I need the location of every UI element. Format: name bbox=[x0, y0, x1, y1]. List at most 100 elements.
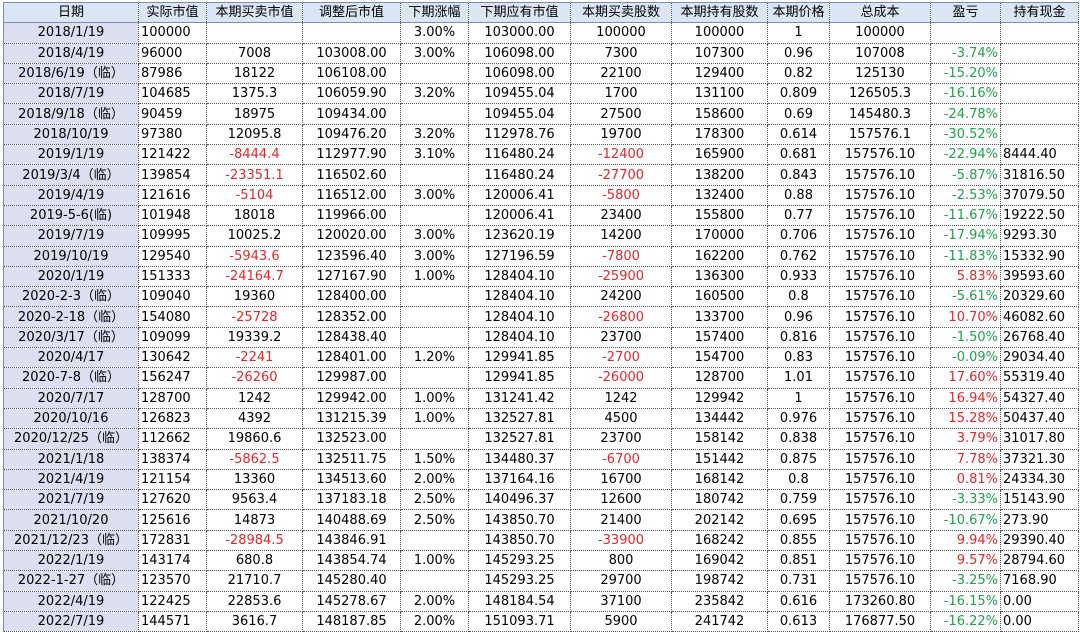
cell-trade-value: 1242 bbox=[206, 388, 303, 409]
cell-profit-loss: -11.67% bbox=[930, 205, 1001, 227]
column-header-date: 日期 bbox=[3, 1, 139, 24]
cell-trade-value: 18975 bbox=[206, 103, 303, 125]
cell-date: 2021/10/20 bbox=[3, 509, 139, 531]
cell-date: 2020-7-8（临） bbox=[3, 367, 139, 389]
cell-actual-value: 123570 bbox=[138, 570, 207, 592]
cell-target-value: 109455.04 bbox=[468, 83, 571, 105]
cell-actual-value: 112662 bbox=[138, 428, 207, 450]
cell-date: 2021/7/19 bbox=[3, 489, 139, 511]
cell-price: 0.614 bbox=[767, 124, 830, 146]
cell-target-value: 129941.85 bbox=[468, 367, 571, 389]
cell-price: 0.83 bbox=[767, 347, 830, 369]
cell-held-shares: 151442 bbox=[671, 449, 768, 470]
cell-total-cost: 157576.1 bbox=[829, 124, 931, 146]
cell-trade-value: 22853.6 bbox=[206, 591, 303, 612]
column-header-price: 本期价格 bbox=[767, 1, 830, 24]
cell-target-value: 106098.00 bbox=[468, 43, 571, 64]
cell-target-value: 151093.71 bbox=[468, 611, 571, 632]
cell-cash bbox=[1000, 43, 1079, 64]
cell-adjusted-value: 128352.00 bbox=[302, 306, 401, 328]
cell-date: 2022-1-27（临） bbox=[3, 570, 139, 592]
cell-actual-value: 87986 bbox=[138, 63, 207, 85]
cell-adjusted-value: 106059.90 bbox=[302, 83, 401, 105]
cell-trade-shares: 23700 bbox=[570, 327, 672, 349]
cell-next-growth: 3.00% bbox=[400, 225, 469, 247]
cell-next-growth: 1.00% bbox=[400, 408, 469, 430]
cell-trade-value: -24164.7 bbox=[206, 266, 303, 288]
cell-date: 2019/1/19 bbox=[3, 144, 139, 166]
cell-actual-value: 129540 bbox=[138, 246, 207, 267]
cell-target-value: 123620.19 bbox=[468, 225, 571, 247]
cell-profit-loss: -17.94% bbox=[930, 225, 1001, 247]
cell-target-value: 109455.04 bbox=[468, 103, 571, 125]
cell-date: 2020/10/16 bbox=[3, 408, 139, 430]
cell-trade-value: 3616.7 bbox=[206, 611, 303, 632]
cell-cash: 50437.40 bbox=[1000, 408, 1079, 430]
cell-profit-loss: -3.33% bbox=[930, 489, 1001, 511]
cell-cash: 31816.50 bbox=[1000, 164, 1079, 186]
cell-actual-value: 97380 bbox=[138, 124, 207, 146]
cell-cash: 15332.90 bbox=[1000, 246, 1079, 267]
cell-date: 2019/3/4（临） bbox=[3, 164, 139, 186]
table-row: 2020-2-18（临） 154080 -25728 128352.00 128404.… bbox=[3, 306, 1079, 328]
cell-adjusted-value: 123596.40 bbox=[302, 246, 401, 267]
cell-actual-value: 128700 bbox=[138, 388, 207, 409]
cell-held-shares: 129942 bbox=[671, 388, 768, 409]
cell-held-shares: 158600 bbox=[671, 103, 768, 125]
cell-trade-shares: -26800 bbox=[570, 306, 672, 328]
cell-next-growth bbox=[400, 103, 469, 125]
table-row: 2019/7/19 109995 10025.2 120020.00 3.00% 1236… bbox=[3, 225, 1079, 247]
cell-date: 2020/12/25（临） bbox=[3, 428, 139, 450]
cell-trade-value: -5862.5 bbox=[206, 449, 303, 470]
cell-cash: 37079.50 bbox=[1000, 185, 1079, 206]
cell-total-cost: 126505.3 bbox=[829, 83, 931, 105]
cell-next-growth: 2.50% bbox=[400, 509, 469, 531]
cell-actual-value: 121422 bbox=[138, 144, 207, 166]
cell-profit-loss: -2.53% bbox=[930, 185, 1001, 206]
cell-price: 0.731 bbox=[767, 570, 830, 592]
cell-date: 2022/7/19 bbox=[3, 611, 139, 632]
cell-date: 2020-2-3（临） bbox=[3, 286, 139, 308]
cell-adjusted-value: 131215.39 bbox=[302, 408, 401, 430]
cell-actual-value: 100000 bbox=[138, 22, 207, 44]
cell-cash: 0.00 bbox=[1000, 611, 1079, 632]
cell-actual-value: 127620 bbox=[138, 489, 207, 511]
cell-total-cost: 157576.10 bbox=[829, 530, 931, 552]
cell-profit-loss: 16.94% bbox=[930, 388, 1001, 409]
cell-adjusted-value bbox=[302, 22, 401, 44]
table-row: 2019/1/19 121422 -8444.4 112977.90 3.10% 1164… bbox=[3, 144, 1079, 166]
cell-date: 2019/7/19 bbox=[3, 225, 139, 247]
cell-cash: 29390.40 bbox=[1000, 530, 1079, 552]
cell-price: 0.616 bbox=[767, 591, 830, 612]
cell-date: 2018/10/19 bbox=[3, 124, 139, 146]
column-header-actual-value: 实际市值 bbox=[138, 1, 207, 24]
cell-actual-value: 121154 bbox=[138, 469, 207, 491]
table-row: 2020-2-3（临） 109040 19360 128400.00 128404.10… bbox=[3, 286, 1079, 308]
cell-price: 0.843 bbox=[767, 164, 830, 186]
cell-price: 0.838 bbox=[767, 428, 830, 450]
cell-actual-value: 104685 bbox=[138, 83, 207, 105]
cell-total-cost: 157576.10 bbox=[829, 550, 931, 572]
cell-next-growth bbox=[400, 205, 469, 227]
cell-target-value: 145293.25 bbox=[468, 550, 571, 572]
cell-adjusted-value: 137183.18 bbox=[302, 489, 401, 511]
cell-trade-value: 19339.2 bbox=[206, 327, 303, 349]
cell-next-growth bbox=[400, 530, 469, 552]
cell-actual-value: 143174 bbox=[138, 550, 207, 572]
cell-total-cost: 157576.10 bbox=[829, 164, 931, 186]
cell-date: 2018/9/18（临） bbox=[3, 103, 139, 125]
cell-target-value: 106098.00 bbox=[468, 63, 571, 85]
table-row: 2020/4/17 130642 -2241 128401.00 1.20% 129941… bbox=[3, 347, 1079, 369]
cell-actual-value: 172831 bbox=[138, 530, 207, 552]
cell-held-shares: 129400 bbox=[671, 63, 768, 85]
cell-adjusted-value: 103008.00 bbox=[302, 43, 401, 64]
cell-total-cost: 157576.10 bbox=[829, 489, 931, 511]
cell-profit-loss: -5.87% bbox=[930, 164, 1001, 186]
cell-cash bbox=[1000, 103, 1079, 125]
cell-total-cost: 176877.50 bbox=[829, 611, 931, 632]
cell-price: 0.88 bbox=[767, 185, 830, 206]
cell-cash: 31017.80 bbox=[1000, 428, 1079, 450]
cell-adjusted-value: 129942.00 bbox=[302, 388, 401, 409]
cell-adjusted-value: 116512.00 bbox=[302, 185, 401, 206]
cell-trade-shares: -5800 bbox=[570, 185, 672, 206]
